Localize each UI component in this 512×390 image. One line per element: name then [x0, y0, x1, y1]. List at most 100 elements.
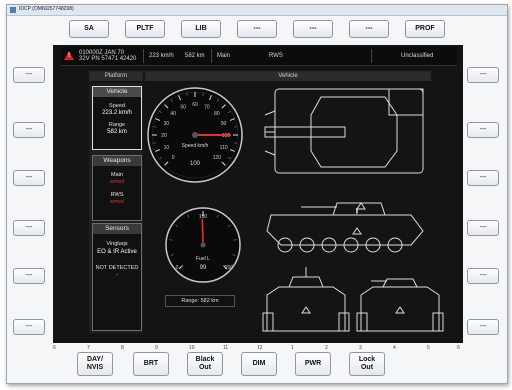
top-button-6[interactable]: ---: [349, 20, 389, 38]
side-view-silhouette: !: [266, 202, 424, 253]
right-button-5[interactable]: ---: [467, 268, 499, 284]
app-window: IDCP (OMNI257748298) SA PLTF LIB --- ---…: [6, 4, 508, 384]
display-screen: ! 010000Z JAN 70 32V PN 57471 42420 223 …: [53, 45, 463, 343]
range-value: 582 km: [107, 129, 127, 135]
fuel-tick-label: 0: [176, 265, 179, 271]
left-button-3[interactable]: ---: [13, 170, 45, 186]
main-weapon-label: Main: [111, 172, 123, 178]
top-view-silhouette: [264, 88, 424, 174]
speedometer-gauge: 0102030405060708090100110120 Speed km/h …: [147, 87, 243, 183]
vehicle-diagram: !: [262, 88, 444, 332]
tab-platform[interactable]: Platform: [89, 71, 143, 81]
right-button-4[interactable]: ---: [467, 220, 499, 236]
bezel-number: 2: [325, 345, 328, 351]
bezel-number: 3: [359, 345, 362, 351]
front-view-silhouette: [262, 267, 350, 332]
main-weapon-status: armed: [109, 179, 125, 185]
fuel-needle: [201, 218, 204, 246]
left-button-2[interactable]: ---: [13, 122, 45, 138]
left-button-6[interactable]: ---: [13, 319, 45, 335]
header-divider: [371, 49, 372, 63]
right-button-6[interactable]: ---: [467, 319, 499, 335]
button-label-line: PWR: [304, 360, 322, 367]
bezel-number: 8: [121, 345, 124, 351]
speed-tick-label: 80: [214, 111, 220, 117]
lock-out-button[interactable]: Lock Out: [349, 352, 385, 376]
bezel-number-row: 6 7 8 9 10 11 12 1 2 3 4 5 6: [53, 345, 463, 351]
weapons-status-box[interactable]: Weapons Main armed RWS armed: [92, 155, 142, 221]
black-out-button[interactable]: Black Out: [187, 352, 223, 376]
header-position: 32V PN 57471 42420: [79, 56, 137, 62]
top-button-prof[interactable]: PROF: [405, 20, 445, 38]
bezel-number: 11: [223, 345, 229, 351]
bezel-number: 6: [53, 345, 56, 351]
vehicle-box-title: Vehicle: [93, 87, 141, 97]
speed-tick-label: 50: [180, 104, 186, 110]
tab-vehicle[interactable]: Vehicle: [145, 71, 431, 81]
sensor-name: Vingtaqs: [106, 241, 128, 247]
button-label-line: DAY/: [86, 356, 104, 363]
dim-button[interactable]: DIM: [241, 352, 277, 376]
header-divider: [211, 49, 212, 63]
bezel-number: 5: [427, 345, 430, 351]
top-button-pltf[interactable]: PLTF: [125, 20, 165, 38]
svg-text:!: !: [356, 209, 358, 215]
button-label-line: DIM: [252, 360, 266, 367]
button-label-line: Lock: [358, 356, 376, 363]
speed-tick-label: 120: [213, 155, 222, 161]
status-header: ! 010000Z JAN 70 32V PN 57471 42420 223 …: [61, 47, 457, 66]
title-bar: IDCP (OMNI257748298): [7, 5, 507, 16]
detection-status: NOT DETECTED: [95, 265, 139, 271]
right-button-3[interactable]: ---: [467, 170, 499, 186]
left-button-1[interactable]: ---: [13, 67, 45, 83]
fuel-gauge: 100 0 200 Fuel L 99: [165, 207, 241, 283]
app-icon: [10, 7, 16, 13]
button-label-line: Out: [198, 364, 212, 371]
left-button-4[interactable]: ---: [13, 220, 45, 236]
day-nvis-button[interactable]: DAY/ NVIS: [77, 352, 113, 376]
top-button-lib[interactable]: LIB: [181, 20, 221, 38]
speed-gauge-label: Speed km/h: [182, 143, 209, 149]
brightness-button[interactable]: BRT: [133, 352, 169, 376]
platform-panel: Vehicle Speed 223.2 km/h Range 582 km We…: [89, 83, 143, 333]
button-label-line: BRT: [143, 360, 159, 367]
right-button-2[interactable]: ---: [467, 122, 499, 138]
top-button-4[interactable]: ---: [237, 20, 277, 38]
range-readout: Range: 582 km: [165, 295, 235, 307]
right-button-1[interactable]: ---: [467, 67, 499, 83]
button-label-line: Black: [195, 356, 215, 363]
sensors-status-box[interactable]: Sensors Vingtaqs EO & IR Active NOT DETE…: [92, 223, 142, 331]
header-speed: 223 km/h: [149, 53, 174, 59]
power-button[interactable]: PWR: [295, 352, 331, 376]
speed-tick-label: 30: [164, 121, 170, 127]
top-button-sa[interactable]: SA: [69, 20, 109, 38]
bezel-number: 6: [457, 345, 460, 351]
left-button-5[interactable]: ---: [13, 268, 45, 284]
top-button-5[interactable]: ---: [293, 20, 333, 38]
header-weapon-rws: RWS: [269, 53, 283, 59]
fuel-tick-label: 200: [225, 265, 234, 271]
bezel-number: 10: [189, 345, 195, 351]
header-range: 582 km: [185, 53, 205, 59]
header-divider: [143, 49, 144, 63]
rear-view-silhouette: [356, 278, 444, 332]
warning-icon[interactable]: !: [64, 51, 74, 60]
button-label-line: Out: [360, 364, 374, 371]
bezel-number: 12: [257, 345, 263, 351]
rws-status: armed: [109, 199, 125, 205]
range-label: Range: [108, 122, 126, 128]
bezel-number: 9: [155, 345, 158, 351]
speed-tick-label: 0: [172, 155, 175, 161]
sensor-mode: EO & IR Active: [97, 249, 137, 255]
weapons-box-title: Weapons: [93, 156, 141, 166]
rws-label: RWS: [110, 192, 124, 198]
speed-tick-label: 90: [221, 121, 227, 127]
speed-tick-label: 20: [161, 133, 167, 139]
bezel-number: 7: [87, 345, 90, 351]
header-weapon-main: Main: [217, 53, 231, 59]
button-label-line: NVIS: [86, 364, 104, 371]
vehicle-status-box[interactable]: Vehicle Speed 223.2 km/h Range 582 km: [92, 86, 142, 150]
fuel-gauge-label: Fuel L: [196, 256, 210, 262]
sensors-box-title: Sensors: [93, 224, 141, 234]
classification-label: Unclassified: [401, 53, 434, 59]
